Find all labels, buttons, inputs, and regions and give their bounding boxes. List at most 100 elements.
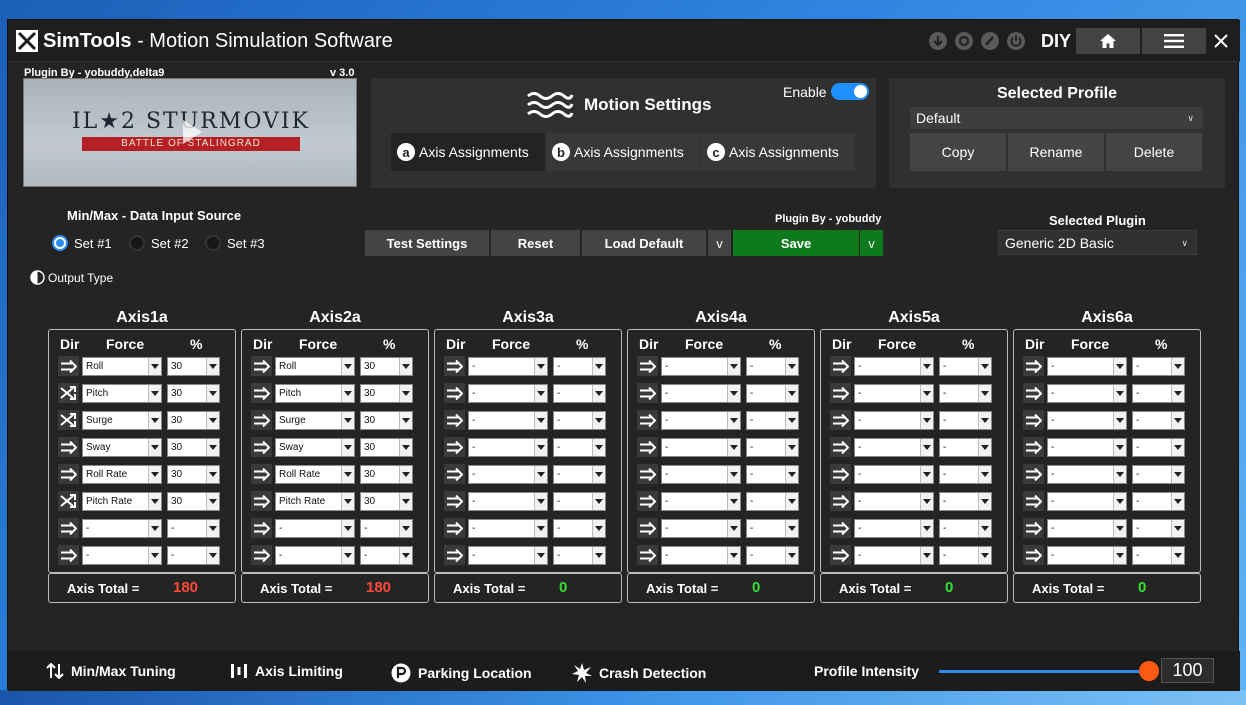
force-select[interactable]: Sway	[82, 437, 162, 457]
percent-select[interactable]: -	[939, 545, 992, 565]
percent-select[interactable]: -	[553, 518, 606, 538]
force-select[interactable]: -	[661, 356, 741, 376]
direction-normal-icon[interactable]	[1023, 491, 1044, 511]
direction-normal-icon[interactable]	[444, 464, 465, 484]
direction-normal-icon[interactable]	[1023, 410, 1044, 430]
percent-select[interactable]: -	[360, 518, 413, 538]
direction-normal-icon[interactable]	[830, 518, 851, 538]
percent-select[interactable]: 30	[167, 491, 220, 511]
percent-select[interactable]: 30	[360, 410, 413, 430]
tab-axis-assignments-a[interactable]: a Axis Assignments	[391, 133, 545, 171]
percent-select[interactable]: -	[1132, 410, 1185, 430]
direction-normal-icon[interactable]	[637, 491, 658, 511]
percent-select[interactable]: -	[553, 545, 606, 565]
pencil-icon[interactable]	[981, 32, 999, 50]
percent-select[interactable]: 30	[167, 383, 220, 403]
direction-normal-icon[interactable]	[637, 545, 658, 565]
direction-normal-icon[interactable]	[58, 464, 79, 484]
enable-toggle[interactable]	[831, 83, 869, 100]
force-select[interactable]: -	[1047, 545, 1127, 565]
percent-select[interactable]: 30	[167, 410, 220, 430]
direction-normal-icon[interactable]	[637, 383, 658, 403]
force-select[interactable]: Pitch	[275, 383, 355, 403]
percent-select[interactable]: -	[939, 410, 992, 430]
radio-checked-icon[interactable]	[52, 235, 68, 251]
force-select[interactable]: -	[1047, 410, 1127, 430]
direction-inverted-icon[interactable]	[58, 410, 79, 430]
direction-normal-icon[interactable]	[830, 437, 851, 457]
force-select[interactable]: -	[854, 464, 934, 484]
percent-select[interactable]: -	[746, 464, 799, 484]
intensity-slider-handle[interactable]	[1139, 661, 1159, 681]
direction-normal-icon[interactable]	[444, 545, 465, 565]
radio-empty-icon[interactable]	[205, 235, 221, 251]
direction-normal-icon[interactable]	[637, 518, 658, 538]
force-select[interactable]: Roll	[275, 356, 355, 376]
direction-inverted-icon[interactable]	[58, 491, 79, 511]
force-select[interactable]: -	[275, 518, 355, 538]
direction-normal-icon[interactable]	[251, 464, 272, 484]
percent-select[interactable]: 30	[167, 356, 220, 376]
force-select[interactable]: -	[1047, 491, 1127, 511]
direction-normal-icon[interactable]	[251, 518, 272, 538]
tab-axis-assignments-c[interactable]: c Axis Assignments	[701, 133, 855, 171]
direction-normal-icon[interactable]	[830, 356, 851, 376]
direction-normal-icon[interactable]	[830, 491, 851, 511]
force-select[interactable]: -	[854, 518, 934, 538]
percent-select[interactable]: 30	[360, 464, 413, 484]
direction-normal-icon[interactable]	[58, 356, 79, 376]
radio-set-2[interactable]: Set #2	[129, 235, 189, 251]
intensity-value-field[interactable]: 100	[1161, 658, 1214, 683]
percent-select[interactable]: 30	[360, 383, 413, 403]
percent-select[interactable]: -	[939, 356, 992, 376]
force-select[interactable]: -	[275, 545, 355, 565]
percent-select[interactable]: -	[746, 491, 799, 511]
direction-normal-icon[interactable]	[1023, 356, 1044, 376]
radio-empty-icon[interactable]	[129, 235, 145, 251]
force-select[interactable]: Pitch	[82, 383, 162, 403]
force-select[interactable]: -	[661, 410, 741, 430]
direction-normal-icon[interactable]	[830, 545, 851, 565]
force-select[interactable]: -	[661, 491, 741, 511]
force-select[interactable]: -	[661, 464, 741, 484]
force-select[interactable]: Surge	[82, 410, 162, 430]
direction-normal-icon[interactable]	[444, 410, 465, 430]
percent-select[interactable]: 30	[167, 437, 220, 457]
force-select[interactable]: -	[468, 518, 548, 538]
percent-select[interactable]: -	[939, 437, 992, 457]
force-select[interactable]: -	[468, 410, 548, 430]
direction-normal-icon[interactable]	[637, 464, 658, 484]
save-dropdown-button[interactable]: v	[860, 230, 883, 256]
direction-normal-icon[interactable]	[444, 356, 465, 376]
force-select[interactable]: -	[468, 356, 548, 376]
force-select[interactable]: -	[468, 464, 548, 484]
direction-normal-icon[interactable]	[251, 410, 272, 430]
percent-select[interactable]: -	[553, 491, 606, 511]
output-type-toggle[interactable]: Output Type	[30, 270, 113, 285]
direction-normal-icon[interactable]	[1023, 383, 1044, 403]
percent-select[interactable]: -	[553, 410, 606, 430]
percent-select[interactable]: -	[939, 491, 992, 511]
force-select[interactable]: -	[854, 491, 934, 511]
profile-dropdown[interactable]: Default ∨	[910, 107, 1203, 129]
force-select[interactable]: -	[82, 545, 162, 565]
direction-normal-icon[interactable]	[251, 383, 272, 403]
force-select[interactable]: -	[854, 437, 934, 457]
force-select[interactable]: -	[468, 383, 548, 403]
radio-set-1[interactable]: Set #1	[52, 235, 112, 251]
percent-select[interactable]: 30	[360, 356, 413, 376]
percent-select[interactable]: -	[1132, 356, 1185, 376]
force-select[interactable]: -	[854, 383, 934, 403]
percent-select[interactable]: -	[167, 518, 220, 538]
force-select[interactable]: -	[1047, 464, 1127, 484]
force-select[interactable]: Roll Rate	[275, 464, 355, 484]
direction-normal-icon[interactable]	[444, 518, 465, 538]
direction-normal-icon[interactable]	[637, 410, 658, 430]
percent-select[interactable]: -	[553, 383, 606, 403]
play-icon[interactable]	[176, 117, 206, 147]
tab-axis-assignments-b[interactable]: b Axis Assignments	[546, 133, 700, 171]
percent-select[interactable]: -	[1132, 491, 1185, 511]
reset-button[interactable]: Reset	[491, 230, 580, 256]
power-icon[interactable]	[1007, 32, 1025, 50]
percent-select[interactable]: -	[939, 464, 992, 484]
